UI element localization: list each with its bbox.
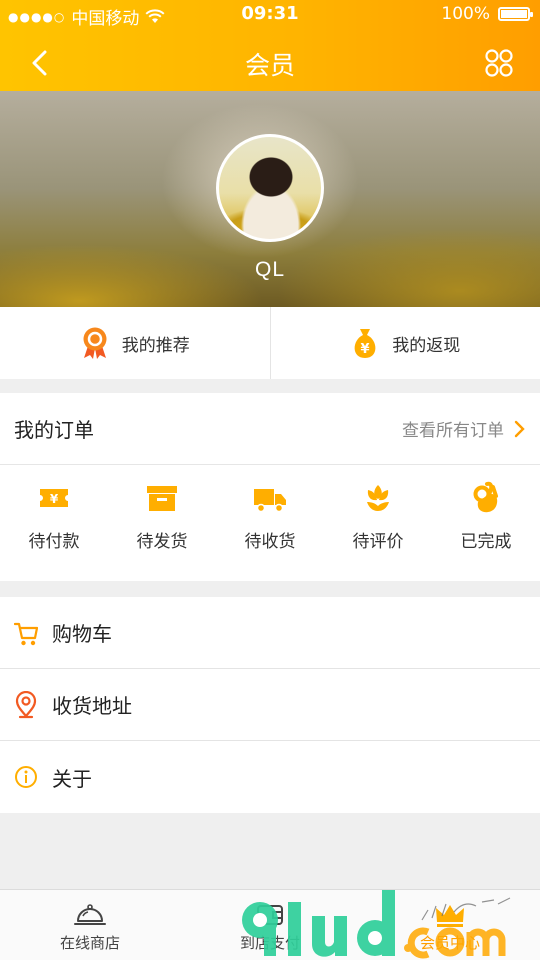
truck-icon bbox=[254, 489, 286, 513]
quick-links: 我的推荐 ¥ 我的返现 bbox=[0, 307, 540, 379]
orders-header: 我的订单 查看所有订单 bbox=[0, 393, 540, 465]
ok-hand-icon bbox=[473, 481, 498, 513]
cloche-icon bbox=[74, 904, 106, 925]
view-all-orders-label: 查看所有订单 bbox=[402, 421, 504, 441]
location-pin-icon bbox=[15, 690, 37, 718]
avatar[interactable] bbox=[216, 134, 324, 242]
ticket-yen-icon: ¥ bbox=[40, 489, 68, 507]
svg-text:¥: ¥ bbox=[50, 492, 59, 506]
view-all-orders-link[interactable]: 查看所有订单 bbox=[402, 416, 526, 441]
menu-item-label: 收货地址 bbox=[52, 694, 132, 718]
status-completed[interactable]: 已完成 bbox=[440, 481, 532, 552]
menu-item-label: 购物车 bbox=[52, 622, 112, 646]
status-label: 待付款 bbox=[28, 532, 80, 552]
app-header: ●●●●○ 中国移动 09:31 100% 会员 bbox=[0, 0, 540, 91]
tab-member-center[interactable]: 会员中心 bbox=[360, 890, 540, 960]
status-pending-shipment[interactable]: 待发货 bbox=[116, 481, 208, 552]
battery-icon bbox=[498, 7, 533, 21]
menu-item-address[interactable]: 收货地址 bbox=[0, 669, 540, 741]
my-recommendations-button[interactable]: 我的推荐 bbox=[0, 307, 270, 379]
status-label: 待评价 bbox=[352, 532, 404, 552]
crown-icon bbox=[436, 905, 464, 927]
tab-in-store-payment[interactable]: 到店支付 bbox=[180, 890, 360, 960]
box-icon bbox=[147, 486, 177, 511]
tab-online-store[interactable]: 在线商店 bbox=[0, 890, 180, 960]
orders-section: 我的订单 查看所有订单 ¥ 待付款 待发货 待收货 待评价 已完成 bbox=[0, 393, 540, 581]
bottom-tab-bar: 在线商店 到店支付 会员中心 bbox=[0, 889, 540, 960]
flower-icon bbox=[367, 485, 389, 511]
my-cashback-button[interactable]: ¥ 我的返现 bbox=[269, 307, 540, 379]
username: QL bbox=[254, 258, 285, 281]
menu-list: 购物车 收货地址 关于 bbox=[0, 597, 540, 813]
info-icon bbox=[15, 766, 37, 788]
ribbon-award-icon bbox=[83, 327, 107, 359]
quick-link-label: 我的返现 bbox=[392, 335, 461, 356]
tab-label: 会员中心 bbox=[419, 934, 480, 952]
order-status-row: ¥ 待付款 待发货 待收货 待评价 已完成 bbox=[0, 465, 540, 552]
nav-bar: 会员 bbox=[0, 40, 540, 86]
quick-link-label: 我的推荐 bbox=[121, 335, 190, 356]
tab-label: 到店支付 bbox=[239, 934, 300, 952]
menu-item-label: 关于 bbox=[52, 766, 92, 791]
status-bar: ●●●●○ 中国移动 09:31 100% bbox=[0, 0, 540, 29]
wallet-icon bbox=[257, 905, 283, 925]
status-label: 待收货 bbox=[244, 532, 296, 552]
menu-item-cart[interactable]: 购物车 bbox=[0, 597, 540, 669]
tab-label: 在线商店 bbox=[59, 934, 120, 952]
chevron-right-icon bbox=[514, 420, 525, 437]
status-pending-review[interactable]: 待评价 bbox=[332, 481, 424, 552]
page-title: 会员 bbox=[244, 51, 295, 80]
svg-text:¥: ¥ bbox=[361, 342, 370, 357]
battery-percent: 100% bbox=[441, 4, 490, 24]
status-right: 100% bbox=[441, 4, 533, 24]
status-label: 已完成 bbox=[460, 532, 512, 552]
menu-grid-icon[interactable] bbox=[484, 48, 514, 78]
menu-item-about[interactable]: 关于 bbox=[0, 741, 540, 813]
status-pending-payment[interactable]: ¥ 待付款 bbox=[8, 481, 100, 552]
money-bag-icon: ¥ bbox=[354, 329, 376, 358]
cart-icon bbox=[14, 622, 38, 645]
orders-title: 我的订单 bbox=[14, 418, 94, 442]
status-label: 待发货 bbox=[136, 532, 188, 552]
status-pending-receipt[interactable]: 待收货 bbox=[224, 481, 316, 552]
